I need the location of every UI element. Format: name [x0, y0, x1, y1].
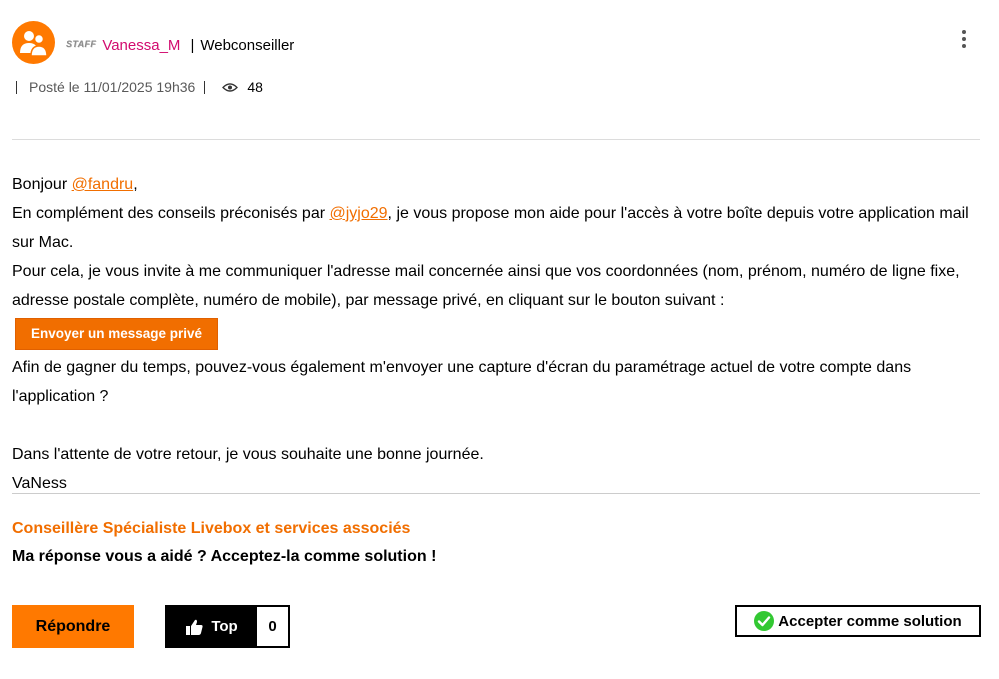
view-count: 48 — [222, 79, 263, 95]
private-message-button[interactable]: Envoyer un message privé — [15, 318, 218, 350]
avatar[interactable] — [12, 21, 55, 64]
kudos-count: 0 — [257, 607, 288, 646]
eye-icon — [222, 82, 239, 92]
mention-link[interactable]: @jyjo29 — [330, 205, 388, 222]
paragraph: Dans l'attente de votre retour, je vous … — [12, 446, 484, 463]
kudos-label-area[interactable]: Top — [167, 607, 257, 646]
author-line: STAFF Vanessa_M | Webconseiller — [66, 35, 294, 55]
paragraph: Afin de gagner du temps, pouvez-vous éga… — [12, 359, 912, 405]
paragraph: En complément des conseils préconisés pa… — [12, 205, 969, 251]
staff-badge: STAFF — [66, 39, 97, 49]
accept-solution-button[interactable]: Accepter comme solution — [735, 605, 981, 637]
accept-solution-label: Accepter comme solution — [778, 612, 962, 630]
kudos-label: Top — [211, 618, 238, 635]
signature-divider — [12, 493, 980, 494]
author-name[interactable]: Vanessa_M — [102, 37, 180, 54]
kudos-button[interactable]: Top 0 — [165, 605, 290, 648]
paragraph: Pour cela, je vous invite à me communiqu… — [12, 263, 960, 309]
signature-title: Conseillère Spécialiste Livebox et servi… — [12, 520, 411, 537]
users-icon — [19, 30, 48, 57]
accept-prompt: Ma réponse vous a aidé ? Acceptez-la com… — [12, 548, 437, 565]
check-circle-icon — [754, 611, 775, 631]
author-role: Webconseiller — [200, 36, 295, 54]
more-options-icon[interactable] — [956, 27, 972, 51]
header-divider — [12, 139, 980, 140]
thumbs-up-icon — [186, 619, 203, 635]
meta-divider — [204, 80, 206, 94]
role-separator: | — [190, 36, 195, 54]
post-date: Posté le 11/01/2025 19h36 — [29, 79, 196, 95]
reply-button[interactable]: Répondre — [12, 605, 134, 648]
view-count-value: 48 — [247, 79, 263, 95]
mention-link[interactable]: @fandru — [72, 176, 134, 193]
greeting: Bonjour @fandru, — [12, 176, 138, 193]
meta-divider — [16, 80, 17, 94]
post-meta: Posté le 11/01/2025 19h36 48 — [16, 77, 263, 97]
post-body: Bonjour @fandru, En complément des conse… — [12, 170, 987, 498]
